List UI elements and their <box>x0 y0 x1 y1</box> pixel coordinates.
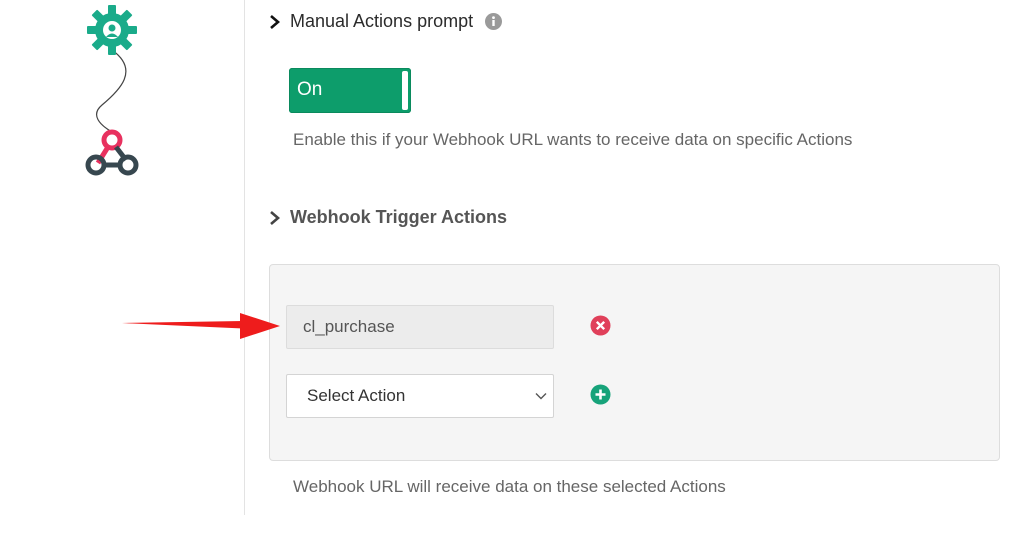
chevron-right-icon <box>270 210 280 225</box>
webhook-trigger-section-toggle[interactable]: Webhook Trigger Actions <box>268 207 507 228</box>
toggle-state-label: On <box>297 79 323 100</box>
toggle-knob <box>402 71 408 110</box>
info-icon[interactable] <box>485 13 503 30</box>
manual-actions-title: Manual Actions prompt <box>290 11 474 31</box>
webhook-trigger-help-text: Webhook URL will receive data on these s… <box>293 477 726 496</box>
actions-panel <box>269 264 1000 461</box>
manual-actions-help-text: Enable this if your Webhook URL wants to… <box>293 130 853 149</box>
action-select[interactable]: Select Action <box>286 374 554 418</box>
selected-action-item: cl_purchase <box>286 305 554 349</box>
workflow-rail <box>0 0 245 515</box>
workflow-diagram <box>85 5 139 176</box>
workflow-connector <box>96 49 127 133</box>
annotation-arrow <box>122 313 280 339</box>
chevron-down-icon <box>535 393 547 400</box>
action-select-placeholder: Select Action <box>307 386 406 405</box>
add-circle-icon[interactable] <box>590 384 611 405</box>
manual-actions-section-toggle[interactable]: Manual Actions prompt <box>268 11 503 32</box>
manual-actions-toggle[interactable]: On <box>289 68 411 113</box>
remove-circle-icon[interactable] <box>590 315 611 336</box>
chevron-right-icon <box>270 14 280 29</box>
webhook-trigger-title: Webhook Trigger Actions <box>290 207 508 227</box>
gear-person-icon <box>87 5 137 55</box>
webhook-icon <box>85 129 139 176</box>
